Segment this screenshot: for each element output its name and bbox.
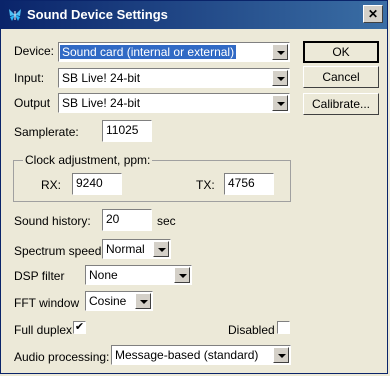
cancel-button[interactable]: Cancel — [303, 66, 379, 88]
input-value: SB Live! 24-bit — [62, 71, 141, 85]
sound-history-input[interactable]: 20 — [102, 209, 152, 231]
audio-processing-value: Message-based (standard) — [115, 348, 259, 362]
disabled-label: Disabled — [228, 323, 275, 337]
sound-history-unit: sec — [157, 214, 176, 228]
fft-window-value: Cosine — [89, 294, 127, 308]
fft-window-select[interactable]: Cosine — [85, 291, 153, 311]
sound-device-settings-dialog: Sound Device Settings ✕ Device: Sound ca… — [0, 0, 388, 374]
rx-input[interactable]: 9240 — [72, 173, 122, 195]
rx-label: RX: — [41, 178, 62, 192]
output-value: SB Live! 24-bit — [62, 96, 141, 110]
spectrum-speed-select[interactable]: Normal — [102, 239, 171, 259]
chevron-down-icon[interactable] — [273, 347, 289, 363]
calibrate-button[interactable]: Calibrate... — [303, 93, 379, 115]
input-select[interactable]: SB Live! 24-bit — [58, 68, 290, 88]
spectrum-speed-label: Spectrum speed: — [14, 244, 105, 258]
tx-input[interactable]: 4756 — [224, 173, 274, 195]
audio-processing-select[interactable]: Message-based (standard) — [111, 345, 291, 365]
dsp-filter-value: None — [89, 268, 118, 282]
fft-window-label: FFT window — [14, 296, 80, 310]
clock-adjustment-legend: Clock adjustment, ppm: — [23, 153, 153, 167]
chevron-down-icon[interactable] — [174, 267, 190, 283]
device-select[interactable]: Sound card (internal or external) — [58, 42, 290, 62]
disabled-checkbox[interactable] — [277, 321, 290, 334]
ok-button[interactable]: OK — [303, 41, 379, 63]
output-label: Output — [14, 96, 51, 110]
full-duplex-label: Full duplex — [14, 323, 73, 337]
device-label: Device: — [14, 44, 55, 58]
close-button[interactable]: ✕ — [363, 5, 383, 23]
input-label: Input: — [14, 71, 45, 85]
output-select[interactable]: SB Live! 24-bit — [58, 93, 290, 113]
title-bar[interactable]: Sound Device Settings ✕ — [1, 1, 387, 29]
tx-label: TX: — [196, 178, 215, 192]
window-title: Sound Device Settings — [27, 7, 168, 22]
sound-history-label: Sound history: — [14, 214, 91, 228]
audio-processing-label: Audio processing: — [14, 350, 110, 364]
app-butterfly-icon — [9, 9, 21, 21]
dsp-filter-select[interactable]: None — [85, 265, 192, 285]
samplerate-label: Samplerate: — [14, 125, 79, 139]
chevron-down-icon[interactable] — [272, 70, 288, 86]
device-value: Sound card (internal or external) — [60, 45, 237, 59]
chevron-down-icon[interactable] — [272, 44, 288, 60]
dsp-filter-label: DSP filter — [14, 269, 65, 283]
chevron-down-icon[interactable] — [272, 95, 288, 111]
chevron-down-icon[interactable] — [135, 293, 151, 309]
samplerate-input[interactable]: 11025 — [102, 120, 152, 142]
chevron-down-icon[interactable] — [153, 241, 169, 257]
spectrum-speed-value: Normal — [106, 242, 145, 256]
full-duplex-checkbox[interactable]: ✔ — [73, 321, 86, 334]
